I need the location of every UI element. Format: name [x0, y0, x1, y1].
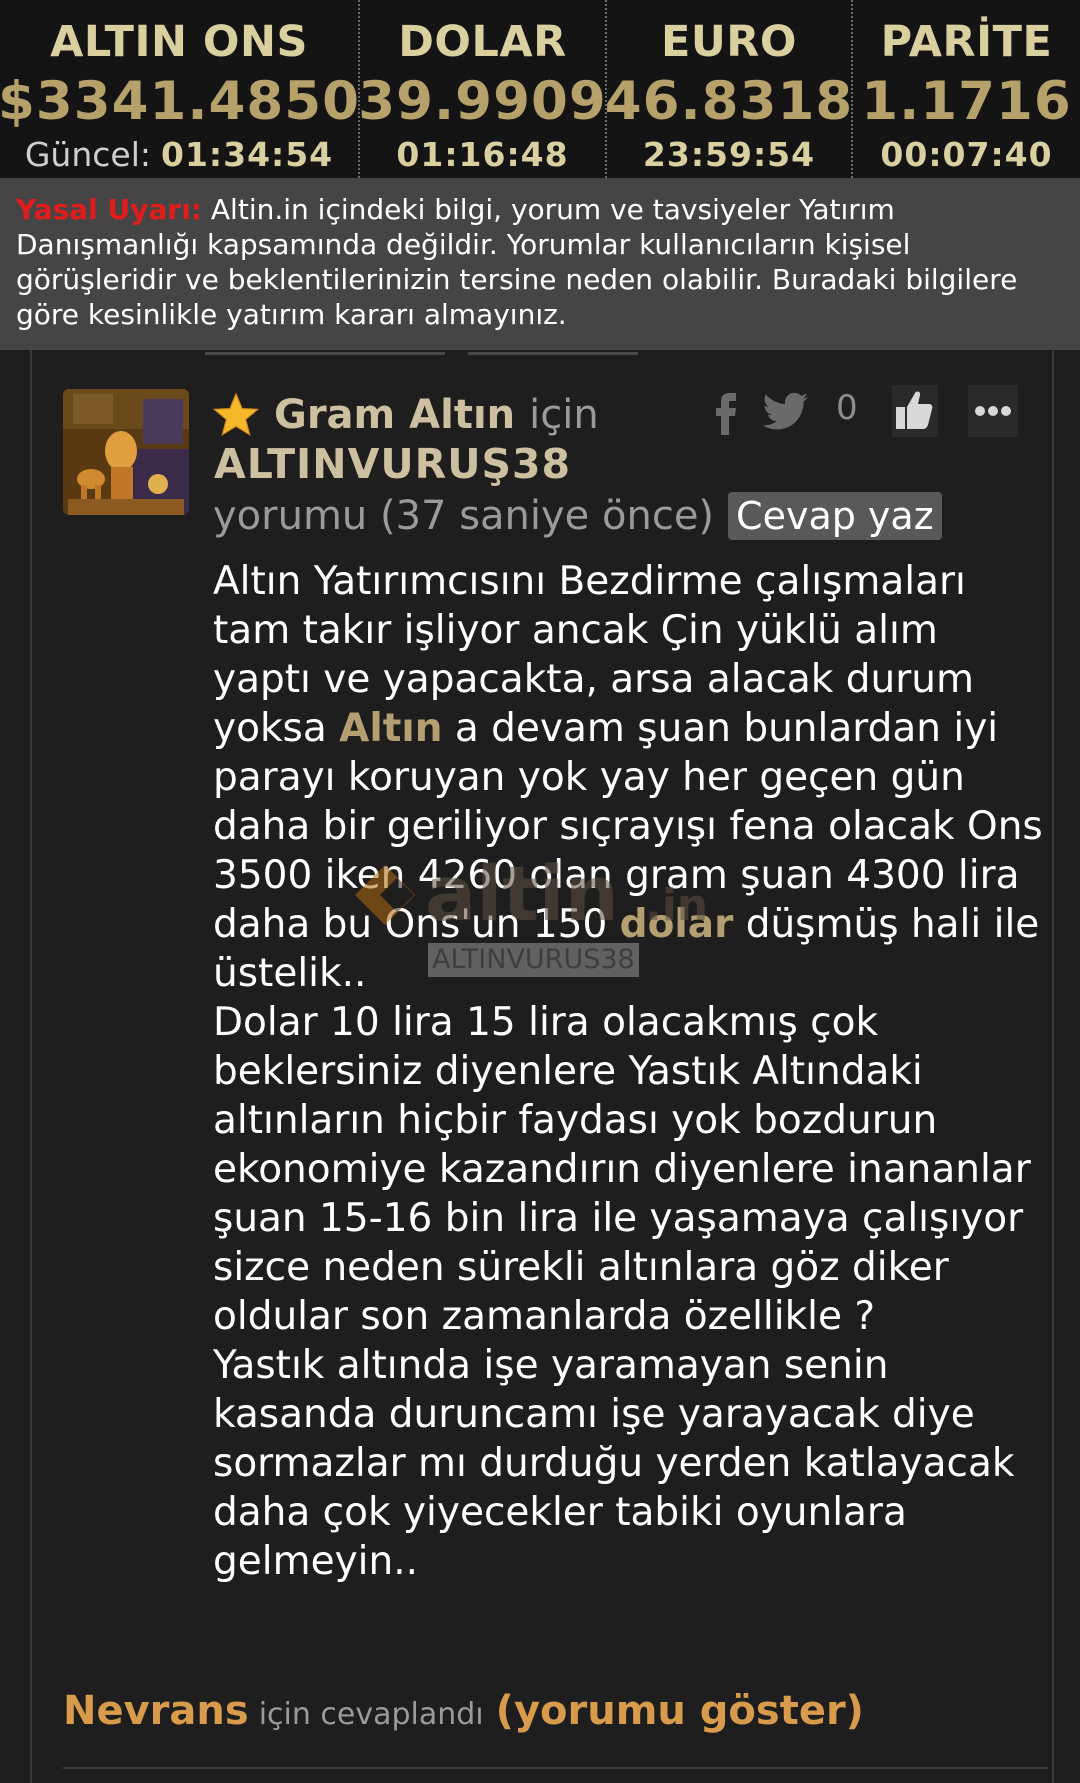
twitter-icon[interactable] [762, 385, 812, 437]
comment-paragraph: Dolar 10 lira 15 lira olacakmış çok bekl… [213, 1000, 1031, 1339]
panel-top-divider [205, 352, 645, 356]
keyword-link-dolar[interactable]: dolar [620, 902, 734, 947]
reply-info: Nevrans için cevaplandı (yorumu göster) [63, 1688, 864, 1734]
comment-paragraph: Altın Yatırımcısını Bezdirme çalışmaları… [213, 557, 1043, 998]
ticker-value: 46.8318 [604, 71, 854, 132]
ticker-name: PARİTE [880, 17, 1053, 67]
divider [63, 1767, 1048, 1769]
ticker-name: EURO [661, 17, 797, 67]
star-icon [212, 392, 260, 436]
comment-meta: yorumu (37 saniye önce) [213, 493, 715, 539]
updated-label: Güncel: [24, 135, 151, 174]
ticker-dollar[interactable]: DOLAR 39.9909 01:16:48 [358, 0, 607, 178]
ticker-value: 39.9909 [358, 71, 607, 132]
for-word: için [529, 392, 599, 438]
likes-count: 0 [836, 388, 858, 428]
comment-username[interactable]: ALTINVURUŞ38 [214, 440, 571, 488]
ticker-name: DOLAR [398, 17, 567, 67]
comment-topic-link[interactable]: Gram Altın [274, 392, 515, 438]
comment-body: Altın Yatırımcısını Bezdirme çalışmaları… [213, 557, 1043, 1586]
legal-warning-label: Yasal Uyarı: [16, 193, 202, 226]
ticker-value: $3341.4850 [0, 71, 361, 132]
ticker-time: 23:59:54 [642, 135, 816, 174]
comment-paragraph: Yastık altında işe yaramayan senin kasan… [213, 1343, 1015, 1584]
show-comment-link[interactable]: (yorumu göster) [496, 1688, 864, 1734]
avatar[interactable] [63, 389, 189, 515]
ticker-value: 1.1716 [861, 71, 1072, 132]
ticker-name: ALTIN ONS [50, 17, 308, 67]
comment-header: Gram Altın için [212, 387, 599, 443]
reply-button[interactable]: Cevap yaz [728, 492, 942, 540]
ticker-time: 00:07:40 [880, 135, 1053, 174]
ticker-gold-ounce[interactable]: ALTIN ONS $3341.4850 Güncel: 01:34:54 [0, 0, 360, 178]
facebook-icon[interactable] [712, 385, 740, 437]
replied-text: için cevaplandı [258, 1697, 484, 1732]
replied-user-link[interactable]: Nevrans [63, 1688, 249, 1734]
watermark-username: ALTINVURUS38 [428, 943, 639, 977]
ticker-time: Güncel: 01:34:54 [25, 132, 333, 178]
price-ticker: ALTIN ONS $3341.4850 Güncel: 01:34:54 DOL… [0, 0, 1080, 180]
legal-warning: Yasal Uyarı: Altin.in içindeki bilgi, yo… [0, 178, 1080, 350]
ticker-parity[interactable]: PARİTE 1.1716 00:07:40 [853, 0, 1080, 178]
more-options-icon[interactable] [968, 385, 1018, 437]
ticker-euro[interactable]: EURO 46.8318 23:59:54 [604, 0, 854, 178]
comment-meta-row: yorumu (37 saniye önce) Cevap yaz [213, 492, 942, 540]
ticker-time-value: 01:34:54 [160, 135, 334, 174]
keyword-link-altin[interactable]: Altın [339, 706, 442, 751]
ticker-time: 01:16:48 [396, 135, 569, 174]
thumbs-up-icon[interactable] [892, 385, 938, 437]
